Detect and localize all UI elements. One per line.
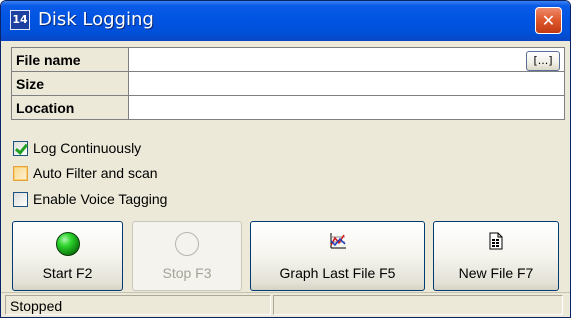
voice-tagging-checkbox[interactable] (13, 191, 28, 207)
new-file-button-label: New File F7 (458, 265, 534, 281)
auto-filter-checkbox[interactable] (13, 165, 28, 181)
title-bar[interactable]: 14 Disk Logging ✕ (1, 1, 570, 41)
log-continuously-label: Log Continuously (33, 140, 142, 156)
start-button-label: Start F2 (42, 265, 93, 281)
file-name-row: File name [...] (11, 47, 565, 72)
location-label: Location (11, 95, 129, 120)
graph-button-label: Graph Last File F5 (279, 265, 396, 281)
log-continuously-checkbox[interactable] (13, 140, 28, 156)
green-led-icon (55, 232, 80, 256)
auto-filter-label: Auto Filter and scan (33, 165, 158, 181)
graph-icon (329, 233, 346, 249)
browse-button[interactable]: [...] (526, 51, 560, 71)
graph-last-file-button[interactable]: Graph Last File F5 (250, 221, 425, 291)
log-continuously-option[interactable]: Log Continuously (13, 138, 141, 158)
size-field (128, 71, 565, 96)
app-icon: 14 (10, 10, 30, 30)
close-button[interactable]: ✕ (535, 7, 562, 34)
status-bar: Stopped (1, 292, 570, 317)
start-button[interactable]: Start F2 (12, 221, 123, 291)
stop-button[interactable]: Stop F3 (132, 221, 242, 291)
size-row: Size (11, 71, 565, 96)
voice-tagging-label: Enable Voice Tagging (33, 191, 168, 207)
dialog-body: File name [...] Size Location Log Contin… (5, 41, 566, 313)
new-file-button[interactable]: New File F7 (433, 221, 559, 291)
new-file-icon (489, 232, 503, 250)
file-name-label: File name (11, 47, 129, 72)
status-text: Stopped (5, 295, 271, 315)
status-secondary (273, 295, 563, 315)
auto-filter-option[interactable]: Auto Filter and scan (13, 163, 158, 183)
location-field (128, 95, 565, 120)
stop-button-label: Stop F3 (162, 265, 212, 281)
file-info-table: File name [...] Size Location (11, 47, 565, 120)
location-row: Location (11, 95, 565, 120)
disk-logging-window: 14 Disk Logging ✕ File name [...] Size L… (0, 0, 571, 318)
window-title: Disk Logging (38, 9, 154, 30)
voice-tagging-option[interactable]: Enable Voice Tagging (13, 189, 167, 209)
gray-led-icon (175, 232, 199, 256)
size-label: Size (11, 71, 129, 96)
file-name-field: [...] (128, 47, 565, 72)
